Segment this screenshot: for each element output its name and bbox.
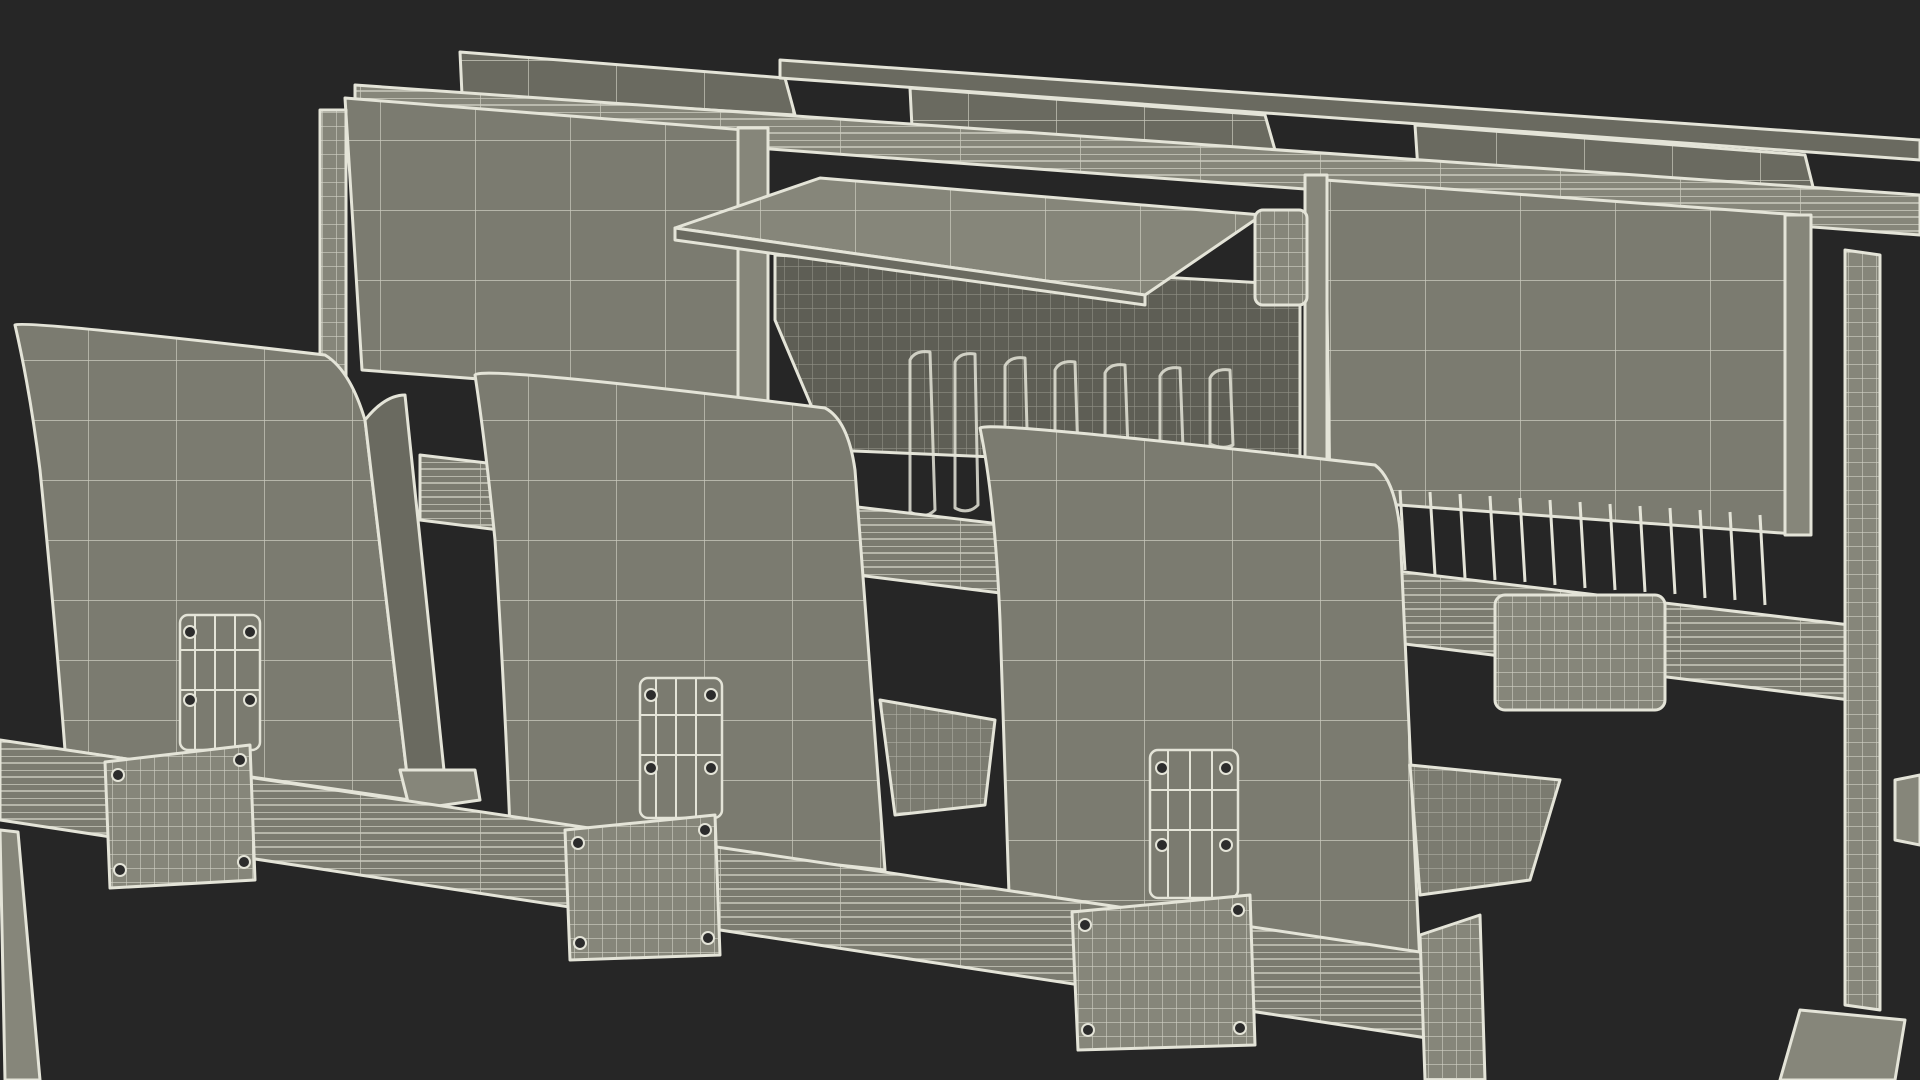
mounting-bracket-1 bbox=[103, 743, 257, 890]
mounting-bracket-3 bbox=[1070, 893, 1257, 1052]
writing-panel-left bbox=[318, 96, 770, 405]
right-edge-stub bbox=[1893, 773, 1920, 847]
seat-back-left bbox=[13, 322, 482, 812]
wireframe-render bbox=[0, 50, 1920, 1080]
mounting-bracket-2 bbox=[563, 813, 722, 962]
